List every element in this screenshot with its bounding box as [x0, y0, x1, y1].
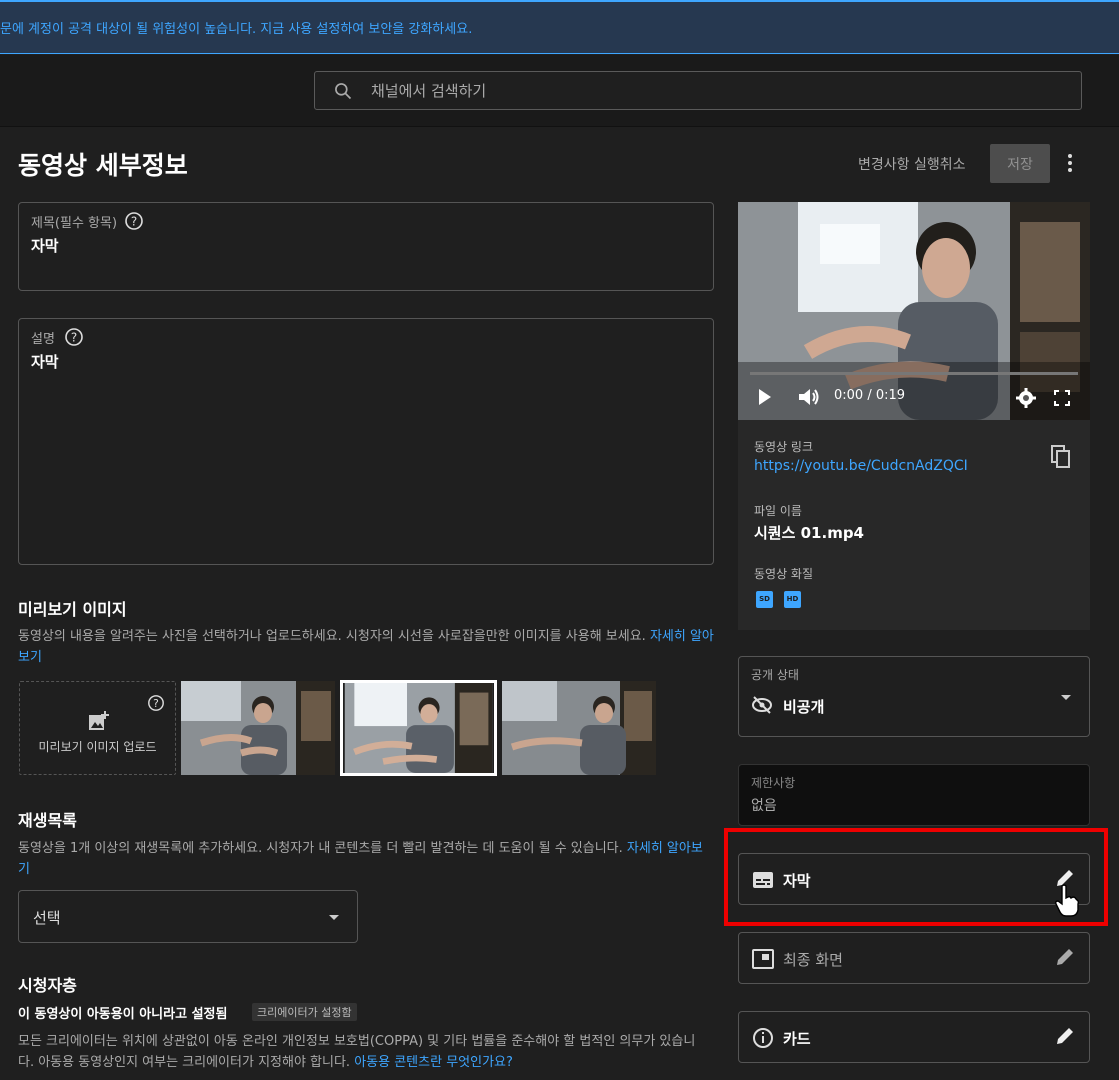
svg-text:?: ? — [153, 697, 159, 710]
description-field[interactable]: 설명 ? 자막 — [18, 318, 714, 565]
thumbnail-description-text: 동영상의 내용을 알려주는 사진을 선택하거나 업로드하세요. 시청자의 시선을… — [18, 629, 646, 644]
thumbnail-description: 동영상의 내용을 알려주는 사진을 선택하거나 업로드하세요. 시청자의 시선을… — [18, 626, 718, 668]
info-icon — [753, 1028, 773, 1048]
sd-badge: SD — [756, 591, 773, 608]
filename-label: 파일 이름 — [754, 504, 802, 518]
more-options-icon[interactable] — [1062, 152, 1078, 176]
channel-search[interactable] — [314, 71, 1082, 110]
thumbnail-option-2-selected[interactable] — [340, 680, 497, 776]
title-field[interactable]: 제목(필수 항목) ? 자막 — [18, 202, 714, 291]
playlist-select-value: 선택 — [33, 909, 61, 927]
visibility-select[interactable]: 공개 상태 비공개 — [738, 656, 1090, 737]
help-icon[interactable]: ? — [147, 694, 165, 712]
help-icon[interactable]: ? — [64, 327, 84, 347]
hd-badge: HD — [784, 591, 801, 608]
help-icon[interactable]: ? — [124, 211, 144, 231]
restrictions-box: 제한사항 없음 — [738, 764, 1090, 826]
video-time: 0:00 / 0:19 — [834, 388, 906, 403]
end-screen-icon — [752, 949, 774, 969]
edit-pencil-icon[interactable] — [1055, 1026, 1075, 1046]
kids-content-link[interactable]: 아동용 콘텐츠란 무엇인가요? — [354, 1055, 513, 1070]
dropdown-arrow-icon — [1061, 695, 1071, 700]
add-photo-icon — [89, 711, 109, 730]
undo-changes-button[interactable]: 변경사항 실행취소 — [858, 154, 966, 174]
audience-heading: 시청자층 — [18, 976, 77, 995]
upload-thumbnail-button[interactable]: ? 미리보기 이미지 업로드 — [19, 681, 176, 775]
highlight-frame — [724, 828, 1108, 926]
playlist-select[interactable]: 선택 — [18, 890, 358, 943]
search-icon — [335, 83, 352, 100]
video-link-label: 동영상 링크 — [754, 440, 814, 454]
playlist-heading: 재생목록 — [18, 811, 77, 830]
page-title: 동영상 세부정보 — [18, 151, 188, 180]
svg-text:?: ? — [71, 331, 77, 345]
end-screen-label: 최종 화면 — [783, 951, 843, 969]
filename-value: 시퀀스 01.mp4 — [754, 524, 864, 542]
restrictions-value: 없음 — [751, 798, 777, 814]
search-input[interactable] — [371, 72, 1061, 109]
security-banner: 문에 계정이 공격 대상이 될 위험성이 높습니다. 지금 사용 설정하여 보안… — [0, 0, 1119, 54]
playlist-description-text: 동영상을 1개 이상의 재생목록에 추가하세요. 시청자가 내 콘텐츠를 더 빨… — [18, 841, 623, 856]
playlist-description: 동영상을 1개 이상의 재생목록에 추가하세요. 시청자가 내 콘텐츠를 더 빨… — [18, 838, 708, 880]
title-field-label: 제목(필수 항목) — [31, 216, 118, 231]
video-player[interactable]: 0:00 / 0:19 — [738, 202, 1090, 420]
description-value: 자막 — [31, 353, 59, 371]
settings-gear-icon[interactable] — [1016, 388, 1036, 408]
title-value: 자막 — [31, 237, 59, 255]
cards-label: 카드 — [783, 1030, 811, 1048]
banner-text: 문에 계정이 공격 대상이 될 위험성이 높습니다. 지금 사용 설정하여 보안… — [0, 22, 473, 37]
video-link[interactable]: https://youtu.be/CudcnAdZQCI — [754, 458, 968, 474]
quality-label: 동영상 화질 — [754, 567, 814, 581]
copy-icon[interactable] — [1051, 445, 1071, 469]
top-bar — [0, 55, 1119, 127]
video-card: 0:00 / 0:19 동영상 링크 https://youtu.be/Cudc… — [738, 202, 1090, 630]
edit-pencil-icon[interactable] — [1055, 947, 1075, 967]
audience-setting: 이 동영상이 아동용이 아니라고 설정됨 — [18, 1007, 228, 1022]
end-screen-button[interactable]: 최종 화면 — [738, 932, 1090, 984]
audience-description: 모든 크리에이터는 위치에 상관없이 아동 온라인 개인정보 보호법(COPPA… — [18, 1031, 708, 1073]
play-icon[interactable] — [758, 388, 772, 406]
thumbnail-option-1[interactable] — [181, 681, 335, 775]
thumbnail-heading: 미리보기 이미지 — [18, 600, 127, 619]
fullscreen-icon[interactable] — [1054, 390, 1070, 406]
restrictions-label: 제한사항 — [751, 776, 796, 790]
svg-text:?: ? — [131, 215, 137, 229]
upload-thumbnail-label: 미리보기 이미지 업로드 — [38, 740, 157, 754]
visibility-label: 공개 상태 — [751, 668, 799, 682]
save-button[interactable]: 저장 — [990, 144, 1050, 183]
cards-button[interactable]: 카드 — [738, 1011, 1090, 1063]
thumbnail-option-3[interactable] — [502, 681, 656, 775]
volume-icon[interactable] — [798, 388, 820, 406]
eye-off-icon — [752, 696, 772, 714]
creator-set-chip: 크리에이터가 설정함 — [252, 1003, 357, 1021]
description-field-label: 설명 — [31, 332, 55, 347]
dropdown-arrow-icon — [329, 915, 339, 920]
visibility-value: 비공개 — [783, 698, 825, 716]
